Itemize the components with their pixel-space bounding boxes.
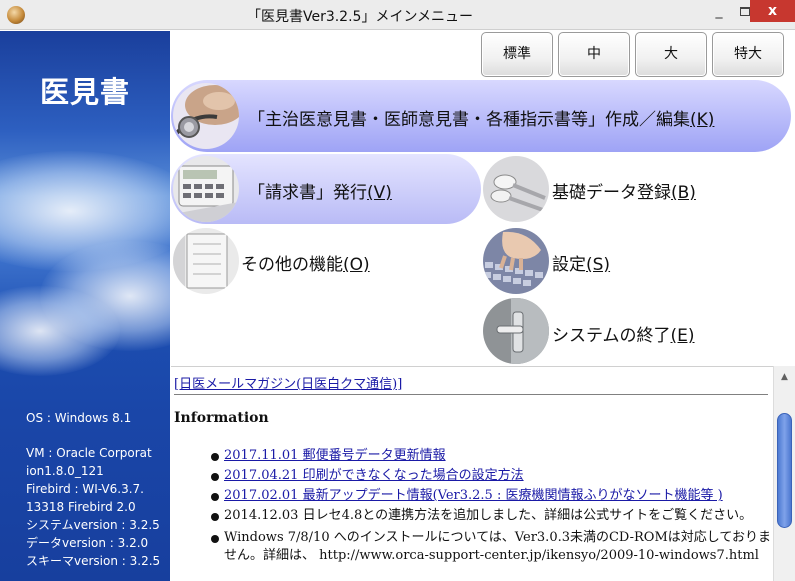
news-link[interactable]: 2017.11.01 郵便番号データ更新情報 <box>224 448 446 463</box>
system-info-line: Firebird : WI-V6.3.7. <box>26 482 144 496</box>
system-info-line: OS : Windows 8.1 <box>26 411 132 425</box>
system-info: OS : Windows 8.1 VM : Oracle Corporat io… <box>26 409 166 570</box>
system-info-line: ion1.8.0_121 <box>26 464 104 478</box>
news-link[interactable]: 2017.02.01 最新アップデート情報(Ver3.2.5 : 医療機関情報ふ… <box>224 488 723 503</box>
issue-invoice-label: 「請求書」発行(V) <box>248 183 392 203</box>
information-list: 2017.11.01 郵便番号データ更新情報 2017.04.21 印刷ができな… <box>211 447 771 567</box>
system-info-line: 13318 Firebird 2.0 <box>26 500 136 514</box>
stethoscope-icon <box>173 83 239 149</box>
system-info-line <box>26 427 166 444</box>
divider <box>174 394 768 395</box>
news-link[interactable]: 2017.04.21 印刷ができなくなった場合の設定方法 <box>224 468 524 483</box>
close-button[interactable]: x <box>750 0 795 22</box>
title-bar: 「医見書Ver3.2.5」メインメニュー _ x <box>0 0 795 30</box>
calculator-icon <box>173 156 239 222</box>
scroll-thumb[interactable] <box>777 413 792 528</box>
font-size-standard-button[interactable]: 標準 <box>481 32 553 77</box>
keyboard-typing-icon[interactable] <box>483 228 549 294</box>
news-text: 2014.12.03 日レセ4.8との連携方法を追加しました、詳細は公式サイトを… <box>224 508 753 523</box>
system-info-line: システムversion : 3.2.5 <box>26 518 160 532</box>
list-item: Windows 7/8/10 へのインストールについては、Ver3.0.3未満の… <box>211 529 771 565</box>
spoons-icon[interactable] <box>483 156 549 222</box>
system-info-line: スキーマversion : 3.2.5 <box>26 554 161 568</box>
font-size-medium-button[interactable]: 中 <box>558 32 630 77</box>
register-basic-data-button[interactable]: 基礎データ登録(B) <box>552 178 696 203</box>
font-size-extra-large-button[interactable]: 特大 <box>712 32 784 77</box>
sidebar: 医見書 OS : Windows 8.1 VM : Oracle Corpora… <box>0 31 170 581</box>
info-scrollbar[interactable]: ▲ <box>773 366 795 581</box>
document-tray-icon[interactable] <box>173 228 239 294</box>
list-item: 2017.04.21 印刷ができなくなった場合の設定方法 <box>211 467 771 485</box>
information-panel: [日医メールマガジン(日医白クマ通信)] Information 2017.11… <box>171 366 773 581</box>
font-size-large-button[interactable]: 大 <box>635 32 707 77</box>
information-heading: Information <box>174 410 269 426</box>
system-info-line: データversion : 3.2.0 <box>26 536 149 550</box>
list-item: 2017.11.01 郵便番号データ更新情報 <box>211 447 771 465</box>
scroll-up-button[interactable]: ▲ <box>774 370 795 384</box>
list-item: 2017.02.01 最新アップデート情報(Ver3.2.5 : 医療機関情報ふ… <box>211 487 771 505</box>
create-edit-opinion-label: 「主治医意見書・医師意見書・各種指示書等」作成／編集(K) <box>248 110 715 130</box>
newsletter-link[interactable]: [日医メールマガジン(日医白クマ通信)] <box>174 373 402 392</box>
list-item: 2014.12.03 日レセ4.8との連携方法を追加しました、詳細は公式サイトを… <box>211 507 771 525</box>
system-info-line: VM : Oracle Corporat <box>26 446 152 460</box>
settings-button[interactable]: 設定(S) <box>552 250 610 275</box>
window-title: 「医見書Ver3.2.5」メインメニュー <box>246 9 474 25</box>
exit-system-button[interactable]: システムの終了(E) <box>552 321 695 346</box>
minimize-button[interactable]: _ <box>706 0 732 22</box>
maximize-icon <box>740 6 750 16</box>
door-handle-icon[interactable] <box>483 298 549 364</box>
other-functions-button[interactable]: その他の機能(O) <box>241 250 370 275</box>
news-text: Windows 7/8/10 へのインストールについては、Ver3.0.3未満の… <box>224 530 771 563</box>
sidebar-logo: 医見書 <box>40 75 131 109</box>
